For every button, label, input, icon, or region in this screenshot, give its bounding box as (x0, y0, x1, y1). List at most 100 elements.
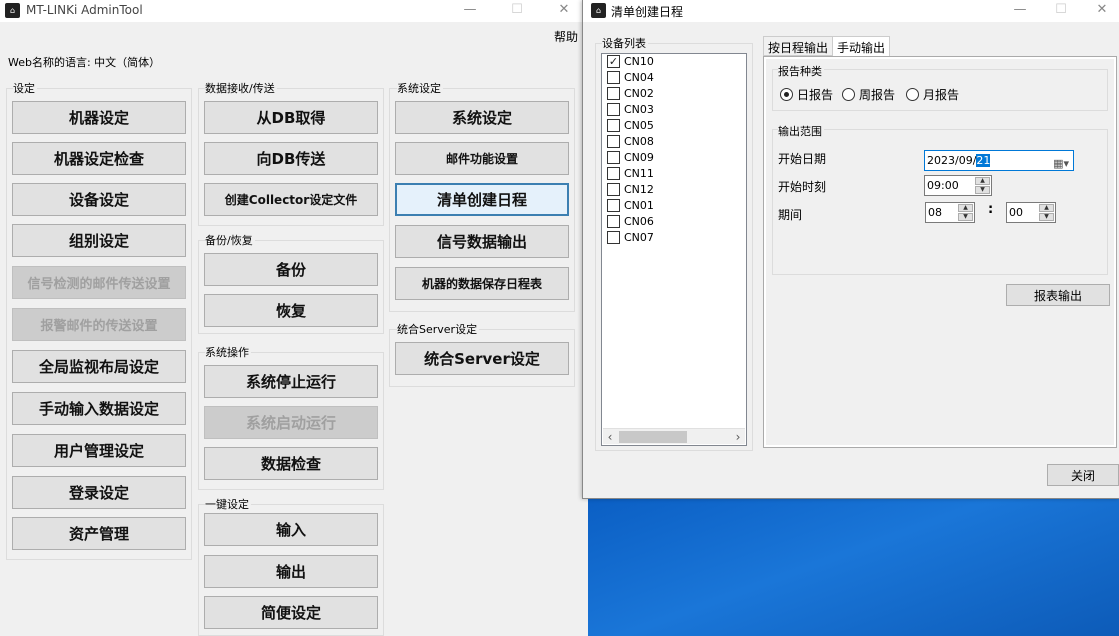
scroll-thumb[interactable] (619, 431, 687, 443)
device-list[interactable]: ✓ CN10 CN04 CN02 CN03 CN05 CN08 CN09 CN11… (601, 53, 747, 446)
scroll-right-icon[interactable]: › (731, 429, 745, 445)
checkbox-checked[interactable]: ✓ (607, 54, 620, 68)
checkbox[interactable] (607, 230, 620, 244)
list-item[interactable]: CN05 (607, 118, 654, 135)
checkbox[interactable] (607, 70, 620, 84)
alarm-mail-settings-button[interactable]: 报警邮件的传送设置 (12, 308, 186, 341)
export-button[interactable]: 输出 (204, 555, 378, 588)
weekly-report-radio[interactable]: 周报告 (842, 86, 895, 103)
one-click-group-label: 一键设定 (205, 496, 251, 512)
spin-up-icon[interactable]: ▲ (975, 177, 990, 185)
checkbox[interactable] (607, 134, 620, 148)
server-settings-button[interactable]: 统合Server设定 (395, 342, 569, 375)
spin-up-icon[interactable]: ▲ (1039, 204, 1054, 212)
machine-settings-button[interactable]: 机器设定 (12, 101, 186, 134)
list-item[interactable]: CN02 (607, 86, 654, 103)
backup-group-label: 备份/恢复 (205, 232, 255, 248)
import-button[interactable]: 输入 (204, 513, 378, 546)
data-check-button[interactable]: 数据检查 (204, 447, 378, 480)
close-dialog-button[interactable]: 关闭 (1047, 464, 1119, 486)
period-minutes-input[interactable]: 00 ▲ ▼ (1006, 202, 1056, 223)
list-item[interactable]: CN08 (607, 134, 654, 151)
machine-data-save-schedule-button[interactable]: 机器的数据保存日程表 (395, 267, 569, 300)
list-item[interactable]: CN03 (607, 102, 654, 119)
list-item[interactable]: CN07 (607, 230, 654, 247)
group-settings-button[interactable]: 组别设定 (12, 224, 186, 257)
tab-schedule-output[interactable]: 按日程输出 (763, 36, 834, 56)
period-hours-input[interactable]: 08 ▲ ▼ (925, 202, 975, 223)
report-output-button[interactable]: 报表输出 (1006, 284, 1110, 306)
system-stop-button[interactable]: 系统停止运行 (204, 365, 378, 398)
system-settings-button[interactable]: 系统设定 (395, 101, 569, 134)
start-time-label: 开始时刻 (778, 180, 827, 194)
user-management-button[interactable]: 用户管理设定 (12, 434, 186, 467)
minutes-spinner[interactable]: ▲ ▼ (1039, 204, 1054, 221)
monthly-report-radio[interactable]: 月报告 (906, 86, 959, 103)
hours-spinner[interactable]: ▲ ▼ (958, 204, 973, 221)
app-icon: ⌂ (5, 3, 20, 18)
easy-settings-button[interactable]: 简便设定 (204, 596, 378, 629)
list-item[interactable]: CN01 (607, 198, 654, 215)
report-type-label: 报告种类 (778, 63, 824, 79)
create-collector-file-button[interactable]: 创建Collector设定文件 (204, 183, 378, 216)
spin-down-icon[interactable]: ▼ (958, 213, 973, 221)
checkbox[interactable] (607, 150, 620, 164)
list-item[interactable]: CN12 (607, 182, 654, 199)
checkbox[interactable] (607, 102, 620, 116)
scroll-left-icon[interactable]: ‹ (603, 429, 617, 445)
mail-function-settings-button[interactable]: 邮件功能设置 (395, 142, 569, 175)
checkbox[interactable] (607, 182, 620, 196)
minimize-button[interactable]: — (447, 0, 493, 22)
daily-report-radio[interactable]: 日报告 (780, 86, 833, 103)
list-item[interactable]: CN04 (607, 70, 654, 87)
main-titlebar: ⌂ MT-LINKi AdminTool — ☐ ✕ (0, 0, 588, 22)
dialog-title: 清单创建日程 (611, 5, 684, 19)
list-item[interactable]: CN06 (607, 214, 654, 231)
manual-input-settings-button[interactable]: 手动输入数据设定 (12, 392, 186, 425)
menu-help[interactable]: 帮助 (554, 28, 578, 45)
asset-management-button[interactable]: 资产管理 (12, 517, 186, 550)
list-item[interactable]: CN11 (607, 166, 654, 183)
global-monitor-layout-button[interactable]: 全局监视布局设定 (12, 350, 186, 383)
tab-manual-output[interactable]: 手动输出 (832, 36, 891, 57)
equipment-settings-button[interactable]: 设备设定 (12, 183, 186, 216)
data-transfer-group-label: 数据接收/传送 (205, 80, 277, 96)
radio-icon (842, 88, 855, 101)
time-spinner[interactable]: ▲ ▼ (975, 177, 990, 194)
dialog-maximize-button[interactable]: ☐ (1038, 0, 1084, 22)
maximize-button[interactable]: ☐ (494, 0, 540, 22)
machine-settings-check-button[interactable]: 机器设定检查 (12, 142, 186, 175)
spin-up-icon[interactable]: ▲ (958, 204, 973, 212)
login-settings-button[interactable]: 登录设定 (12, 476, 186, 509)
signal-data-output-button[interactable]: 信号数据输出 (395, 225, 569, 258)
signal-mail-settings-button[interactable]: 信号检测的邮件传送设置 (12, 266, 186, 299)
web-language-label: Web名称的语言: 中文（简体） (8, 56, 161, 69)
list-item[interactable]: ✓ CN10 (607, 54, 654, 71)
get-from-db-button[interactable]: 从DB取得 (204, 101, 378, 134)
calendar-dropdown-icon[interactable]: ▦▾ (1053, 154, 1069, 173)
horizontal-scrollbar[interactable]: ‹ › (603, 428, 745, 444)
backup-button[interactable]: 备份 (204, 253, 378, 286)
spin-down-icon[interactable]: ▼ (975, 186, 990, 194)
checkbox[interactable] (607, 198, 620, 212)
checkbox[interactable] (607, 166, 620, 180)
close-button[interactable]: ✕ (541, 0, 587, 22)
panel-frame: 报告种类 日报告 周报告 月报告 输出范围 开始日期 2023/09/21 ▦▾… (766, 59, 1114, 445)
start-time-input[interactable]: 09:00 ▲ ▼ (924, 175, 992, 196)
dialog-close-button[interactable]: ✕ (1079, 0, 1119, 22)
dialog-minimize-button[interactable]: — (997, 0, 1043, 22)
restore-button[interactable]: 恢复 (204, 294, 378, 327)
send-to-db-button[interactable]: 向DB传送 (204, 142, 378, 175)
checkbox[interactable] (607, 86, 620, 100)
list-item[interactable]: CN09 (607, 150, 654, 167)
server-group-label: 统合Server设定 (397, 321, 480, 337)
system-start-button[interactable]: 系统启动运行 (204, 406, 378, 439)
desktop-background (588, 499, 1119, 636)
report-schedule-button[interactable]: 清单创建日程 (395, 183, 569, 216)
start-date-picker[interactable]: 2023/09/21 ▦▾ (924, 150, 1074, 171)
main-window: ⌂ MT-LINKi AdminTool — ☐ ✕ 帮助 Web名称的语言: … (0, 0, 588, 636)
spin-down-icon[interactable]: ▼ (1039, 213, 1054, 221)
app-icon: ⌂ (591, 3, 606, 18)
checkbox[interactable] (607, 118, 620, 132)
checkbox[interactable] (607, 214, 620, 228)
